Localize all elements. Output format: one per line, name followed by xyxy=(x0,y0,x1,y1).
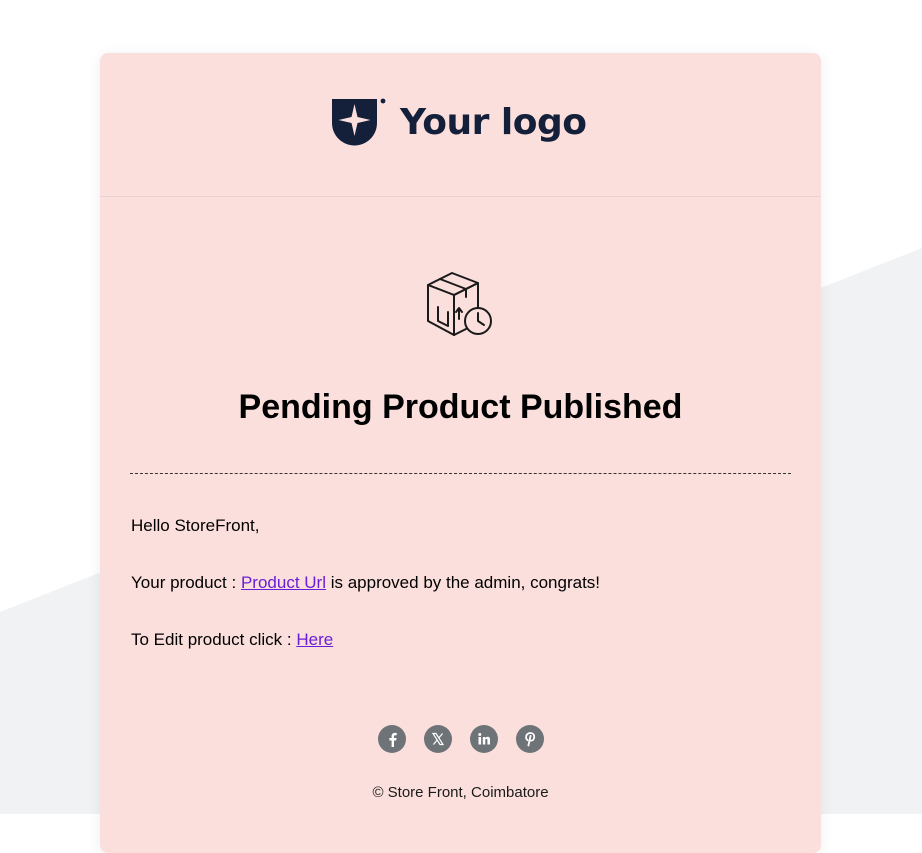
email-title: Pending Product Published xyxy=(238,388,683,426)
logo: Your logo xyxy=(330,97,587,149)
linkedin-icon[interactable] xyxy=(469,725,498,753)
logo-mark-icon xyxy=(332,98,386,146)
x-icon[interactable] xyxy=(423,725,452,753)
social-links xyxy=(100,725,821,753)
edit-here-link[interactable]: Here xyxy=(296,630,333,649)
facebook-icon[interactable] xyxy=(377,725,406,753)
edit-product-line: To Edit product click : Here xyxy=(131,630,333,650)
pending-product-icon xyxy=(427,272,492,336)
dashed-divider xyxy=(130,473,791,474)
greeting-text: Hello StoreFront, xyxy=(131,516,260,535)
footer-text: © Store Front, Coimbatore xyxy=(372,784,549,801)
product-line-suffix: is approved by the admin, congrats! xyxy=(325,573,601,592)
edit-line-prefix: To Edit product click : xyxy=(131,630,297,649)
email-header: Your logo xyxy=(100,53,821,197)
product-url-link[interactable]: Product Url xyxy=(241,573,326,592)
pinterest-icon[interactable] xyxy=(515,725,544,753)
logo-text: Your logo xyxy=(400,102,587,143)
product-approved-line: Your product : Product Url is approved b… xyxy=(131,573,600,593)
product-line-prefix: Your product : xyxy=(131,573,241,592)
email-card: Your logo Pending Product Published Hell… xyxy=(100,53,821,853)
